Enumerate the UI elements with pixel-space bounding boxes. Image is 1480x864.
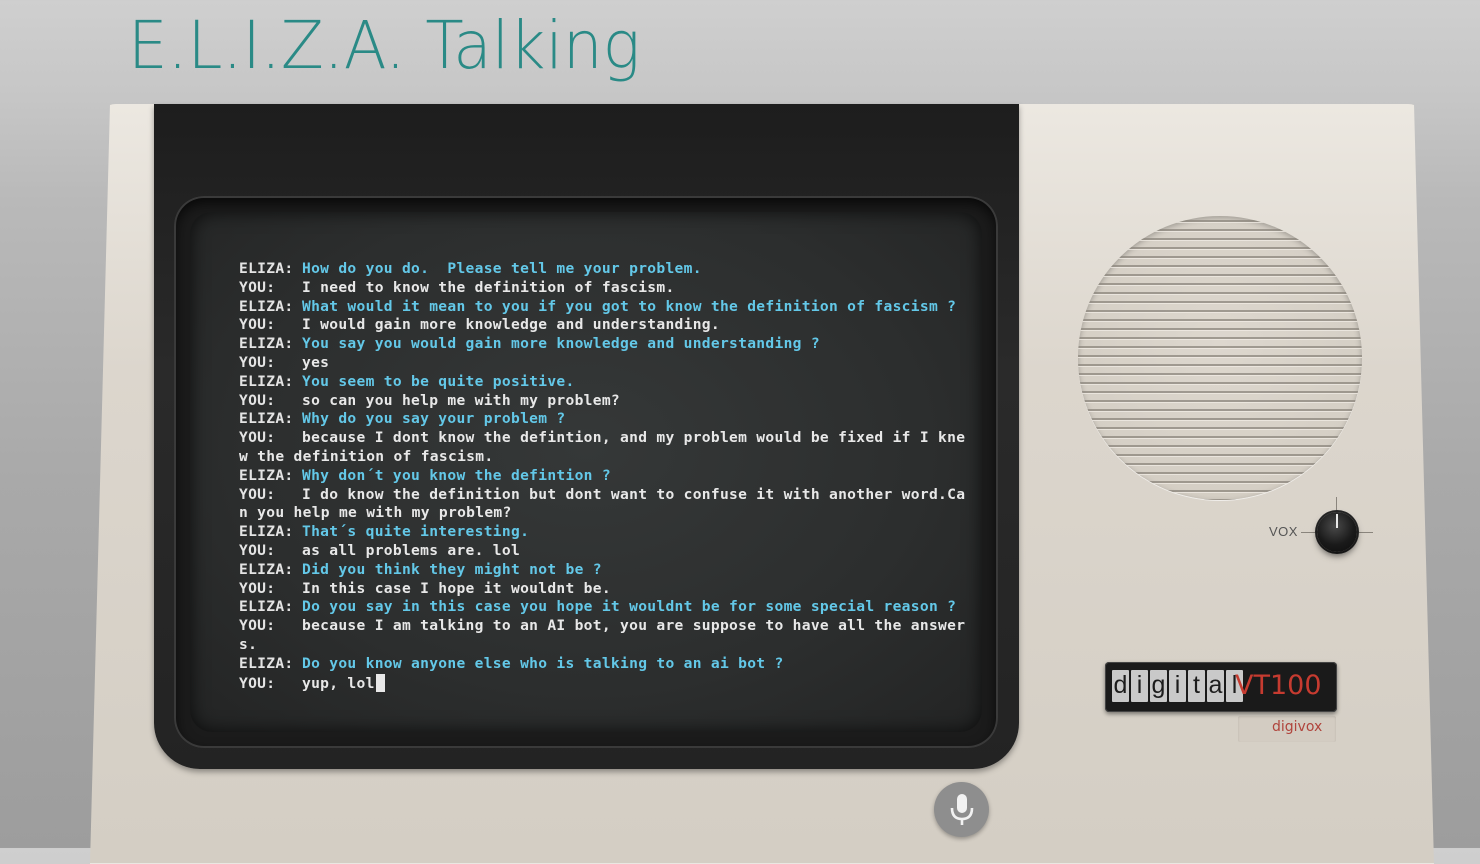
brand-logo-digital: digital — [1112, 670, 1243, 702]
chat-line-you: YOU: yes — [239, 354, 969, 373]
microphone-button[interactable] — [934, 782, 989, 837]
vox-scale-left — [1301, 532, 1315, 533]
message-text: I need to know the definition of fascism… — [302, 278, 675, 296]
message-text: That´s quite interesting. — [302, 523, 530, 541]
chat-line-eliza: ELIZA: Do you say in this case you hope i… — [239, 598, 969, 617]
chat-line-eliza: ELIZA: Why do you say your problem ? — [239, 410, 969, 429]
chat-line-you: YOU: as all problems are. lol — [239, 542, 969, 561]
chat-input-value[interactable]: yup, lol — [302, 675, 375, 692]
chat-line-you: YOU: because I am talking to an AI bot, y… — [239, 617, 969, 636]
chat-line-you: YOU: because I dont know the defintion, a… — [239, 429, 969, 448]
speaker-label: ELIZA: — [239, 335, 294, 353]
speaker-label: YOU: — [239, 674, 276, 692]
message-wrap-text: w the definition of fascism. — [239, 447, 494, 465]
vox-scale-top — [1336, 497, 1337, 511]
chat-input-line[interactable]: YOU: yup, lol — [239, 673, 969, 693]
message-wrap-text: s. — [239, 635, 258, 653]
chat-line-eliza: ELIZA: You say you would gain more knowle… — [239, 335, 969, 354]
message-text: You seem to be quite positive. — [302, 372, 575, 390]
brand-sub-label: digivox — [1272, 719, 1323, 735]
brand-letter: t — [1188, 670, 1205, 702]
message-text: because I dont know the defintion, and m… — [302, 429, 966, 447]
chat-console: ELIZA: How do you do. Please tell me your… — [239, 260, 969, 692]
brand-letter: g — [1150, 670, 1167, 702]
brand-model: VT100 — [1235, 670, 1322, 701]
speaker-label: YOU: — [239, 278, 276, 296]
message-text: How do you do. Please tell me your probl… — [302, 260, 702, 277]
message-text: What would it mean to you if you got to … — [302, 297, 957, 315]
message-text: so can you help me with my problem? — [302, 391, 621, 409]
speaker-label: ELIZA: — [239, 560, 294, 578]
message-text: because I am talking to an AI bot, you a… — [302, 617, 966, 635]
vox-knob[interactable] — [1317, 512, 1357, 552]
message-text: Why don´t you know the defintion ? — [302, 466, 611, 484]
speaker-label: YOU: — [239, 579, 276, 597]
chat-line-you: YOU: I need to know the definition of fas… — [239, 279, 969, 298]
speaker-label: ELIZA: — [239, 297, 294, 315]
message-text: You say you would gain more knowledge an… — [302, 335, 820, 353]
message-text: Do you know anyone else who is talking t… — [302, 654, 784, 672]
speaker-label: ELIZA: — [239, 654, 294, 672]
chat-line-eliza: ELIZA: Did you think they might not be ? — [239, 561, 969, 580]
speaker-slats — [1078, 216, 1362, 500]
speaker-grille — [1078, 216, 1362, 500]
message-text: Do you say in this case you hope it woul… — [302, 598, 957, 616]
speaker-label: ELIZA: — [239, 410, 294, 428]
message-text: Did you think they might not be ? — [302, 560, 602, 578]
vox-label: VOX — [1269, 524, 1298, 539]
message-text: yes — [302, 353, 330, 371]
brand-letter: d — [1112, 670, 1129, 702]
speaker-label: ELIZA: — [239, 598, 294, 616]
brand-letter: i — [1131, 670, 1148, 702]
speaker-label: YOU: — [239, 391, 276, 409]
speaker-label: YOU: — [239, 353, 276, 371]
chat-line-you: YOU: In this case I hope it wouldnt be. — [239, 580, 969, 599]
chat-line-eliza: ELIZA: What would it mean to you if you g… — [239, 298, 969, 317]
text-cursor — [375, 673, 385, 692]
chat-line-you: YOU: I would gain more knowledge and unde… — [239, 316, 969, 335]
speaker-label: YOU: — [239, 316, 276, 334]
chat-line-eliza: ELIZA: How do you do. Please tell me your… — [239, 260, 969, 279]
speaker-label: ELIZA: — [239, 372, 294, 390]
message-text: Why do you say your problem ? — [302, 410, 566, 428]
chat-line-eliza: ELIZA: That´s quite interesting. — [239, 523, 969, 542]
message-text: as all problems are. lol — [302, 541, 521, 559]
speaker-label: ELIZA: — [239, 523, 294, 541]
chat-line-eliza: ELIZA: Do you know anyone else who is tal… — [239, 655, 969, 674]
message-wrap-text: n you help me with my problem? — [239, 504, 512, 522]
message-text: I would gain more knowledge and understa… — [302, 316, 720, 334]
chat-line-eliza: ELIZA: You seem to be quite positive. — [239, 373, 969, 392]
vox-scale-right — [1359, 532, 1373, 533]
chat-line-you: YOU: I do know the definition but dont wa… — [239, 486, 969, 505]
chat-line-you: YOU: so can you help me with my problem? — [239, 392, 969, 411]
brand-letter: i — [1169, 670, 1186, 702]
speaker-label: YOU: — [239, 541, 276, 559]
brand-letter: a — [1207, 670, 1224, 702]
speaker-label: ELIZA: — [239, 260, 294, 277]
speaker-label: YOU: — [239, 617, 276, 635]
microphone-icon — [950, 793, 973, 825]
speaker-label: ELIZA: — [239, 466, 294, 484]
page-title: E.L.I.Z.A. Talking — [128, 7, 641, 84]
speaker-label: YOU: — [239, 429, 276, 447]
message-text: In this case I hope it wouldnt be. — [302, 579, 611, 597]
chat-line-eliza: ELIZA: Why don´t you know the defintion ? — [239, 467, 969, 486]
message-text: I do know the definition but dont want t… — [302, 485, 966, 503]
speaker-label: YOU: — [239, 485, 276, 503]
